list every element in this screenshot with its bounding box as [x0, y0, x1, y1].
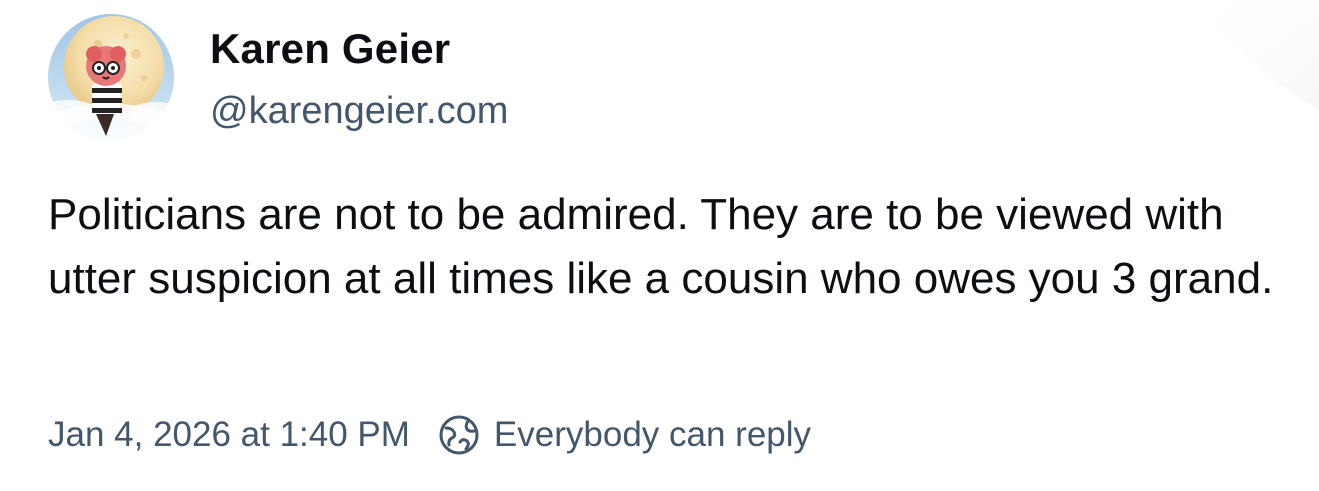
avatar[interactable] — [48, 14, 174, 140]
author-display-name[interactable]: Karen Geier — [210, 22, 508, 76]
globe-icon — [438, 414, 480, 456]
reply-setting-label: Everybody can reply — [493, 415, 812, 454]
author-handle[interactable]: @karengeier.com — [210, 87, 508, 135]
post-card: Karen Geier @karengeier.com Politicians … — [0, 0, 1319, 491]
post-meta: Jan 4, 2026 at 1:40 PM Everybody can rep… — [48, 410, 811, 460]
author-info[interactable]: Karen Geier @karengeier.com — [210, 22, 508, 135]
post-timestamp[interactable]: Jan 4, 2026 at 1:40 PM — [48, 415, 410, 455]
corner-decoration — [1179, 0, 1319, 110]
reply-setting[interactable]: Everybody can reply — [438, 414, 811, 456]
avatar-image — [48, 14, 174, 140]
post-text: Politicians are not to be admired. They … — [48, 190, 1274, 303]
